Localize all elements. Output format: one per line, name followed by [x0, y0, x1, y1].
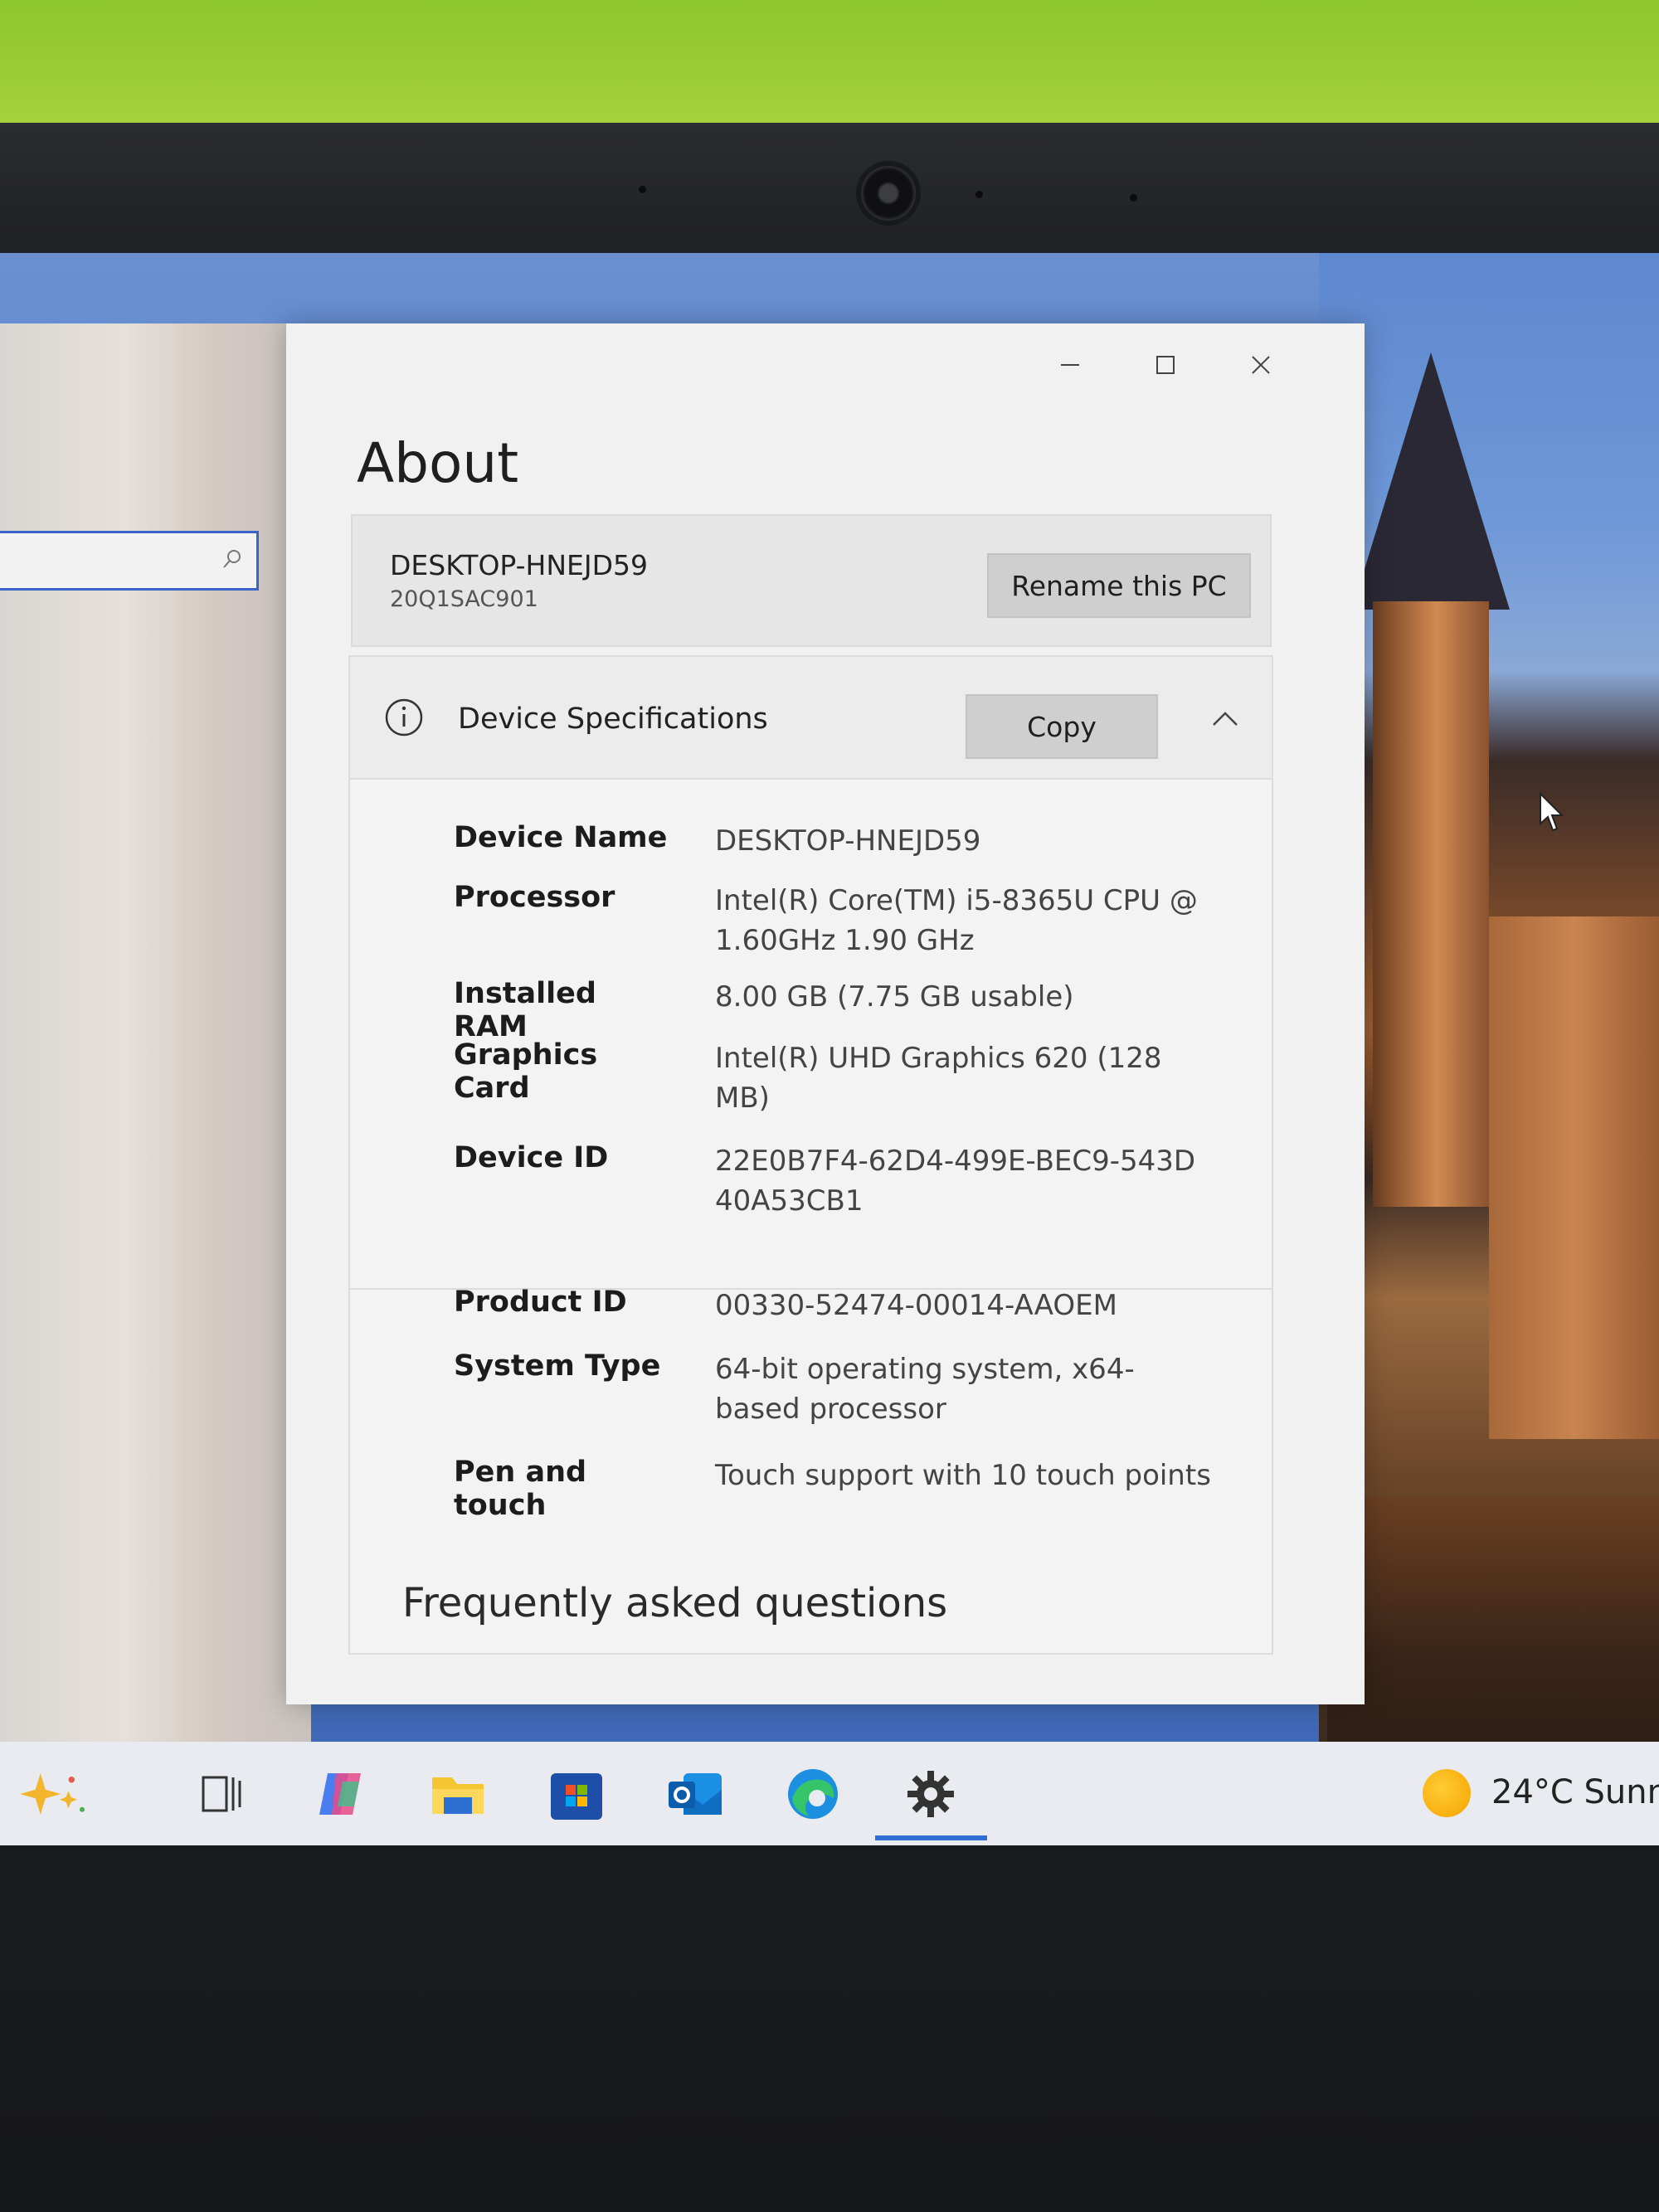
spec-key: System Type [454, 1349, 661, 1383]
copy-button[interactable]: Copy [966, 694, 1158, 759]
pc-name: DESKTOP-HNEJD59 [390, 549, 648, 581]
device-specs-title: Device Specifications [458, 702, 768, 736]
bezel-sensor [1130, 194, 1137, 202]
rename-pc-button[interactable]: Rename this PC [987, 553, 1251, 618]
microsoft-store-button[interactable] [539, 1757, 614, 1831]
pc-model: 20Q1SAC901 [390, 586, 538, 612]
copilot-app-button[interactable] [303, 1757, 377, 1831]
gear-icon [907, 1771, 954, 1817]
edge-icon [788, 1769, 838, 1819]
spec-value: 00330-52474-00014-AAOEM [715, 1289, 1117, 1322]
spec-value: DESKTOP-HNEJD59 [715, 824, 981, 858]
device-specs-header[interactable]: Device Specifications Copy [348, 655, 1273, 780]
close-button[interactable] [1240, 348, 1282, 382]
spec-key: Device Name [454, 821, 668, 854]
search-icon[interactable] [221, 548, 243, 570]
copilot-sparkle-button[interactable] [12, 1757, 87, 1831]
webcam [861, 166, 916, 221]
spec-value: Intel(R) UHD Graphics 620 (128 MB) [715, 1042, 1162, 1115]
castle-tower [1373, 601, 1489, 1207]
spec-value: Touch support with 10 touch points [715, 1459, 1211, 1492]
mouse-cursor-icon [1540, 792, 1564, 832]
castle-roof [1352, 352, 1510, 610]
background-wall [0, 0, 1659, 133]
settings-search-box[interactable] [0, 531, 259, 591]
spec-value: 22E0B7F4-62D4-499E-BEC9-543D40A53CB1 [715, 1145, 1196, 1218]
bezel-sensor [975, 191, 983, 198]
maximize-button[interactable] [1145, 348, 1186, 382]
spec-value: 64-bit operating system, x64-based proce… [715, 1353, 1135, 1426]
sparkle-icon [20, 1773, 85, 1815]
spec-key: Processor [454, 881, 615, 914]
maximize-icon [1156, 356, 1175, 374]
pc-name-card: DESKTOP-HNEJD59 20Q1SAC901 Rename this P… [351, 514, 1272, 647]
spec-key: Graphics Card [454, 1038, 598, 1105]
bezel-sensor [639, 186, 646, 193]
minimize-icon [1061, 364, 1079, 366]
outlook-button[interactable] [658, 1757, 732, 1831]
taskbar: 24°C Sunny [0, 1742, 1659, 1845]
edge-button[interactable] [776, 1757, 850, 1831]
device-specs-body: Device Name DESKTOP-HNEJD59 Processor In… [348, 780, 1273, 1290]
spec-key: Product ID [454, 1286, 627, 1319]
settings-button[interactable] [893, 1757, 968, 1831]
folder-icon [432, 1777, 484, 1814]
spec-value: Intel(R) Core(TM) i5-8365U CPU @ 1.60GHz… [715, 884, 1198, 957]
minimize-button[interactable] [1049, 348, 1091, 382]
spec-key: Installed RAM [454, 977, 596, 1043]
spec-key: Pen and touch [454, 1456, 587, 1522]
active-app-indicator [875, 1835, 987, 1840]
close-icon [1252, 356, 1270, 374]
faq-heading[interactable]: Frequently asked questions [402, 1580, 947, 1626]
spec-key: Device ID [454, 1141, 609, 1174]
page-title: About [357, 431, 519, 495]
about-window: About DESKTOP-HNEJD59 20Q1SAC901 Rename … [286, 323, 1365, 1704]
chevron-up-icon[interactable] [1209, 707, 1242, 732]
screen: About DESKTOP-HNEJD59 20Q1SAC901 Rename … [0, 253, 1659, 1845]
task-view-button[interactable] [184, 1757, 259, 1831]
outlook-icon [669, 1773, 722, 1815]
castle-building [1489, 916, 1659, 1439]
copilot-icon [319, 1773, 361, 1815]
task-view-icon [202, 1776, 241, 1812]
file-explorer-button[interactable] [421, 1757, 495, 1831]
info-icon [385, 698, 423, 737]
store-icon [551, 1773, 602, 1820]
sun-icon[interactable] [1423, 1769, 1471, 1817]
spec-value: 8.00 GB (7.75 GB usable) [715, 980, 1074, 1014]
weather-widget[interactable]: 24°C Sunny [1491, 1773, 1659, 1811]
